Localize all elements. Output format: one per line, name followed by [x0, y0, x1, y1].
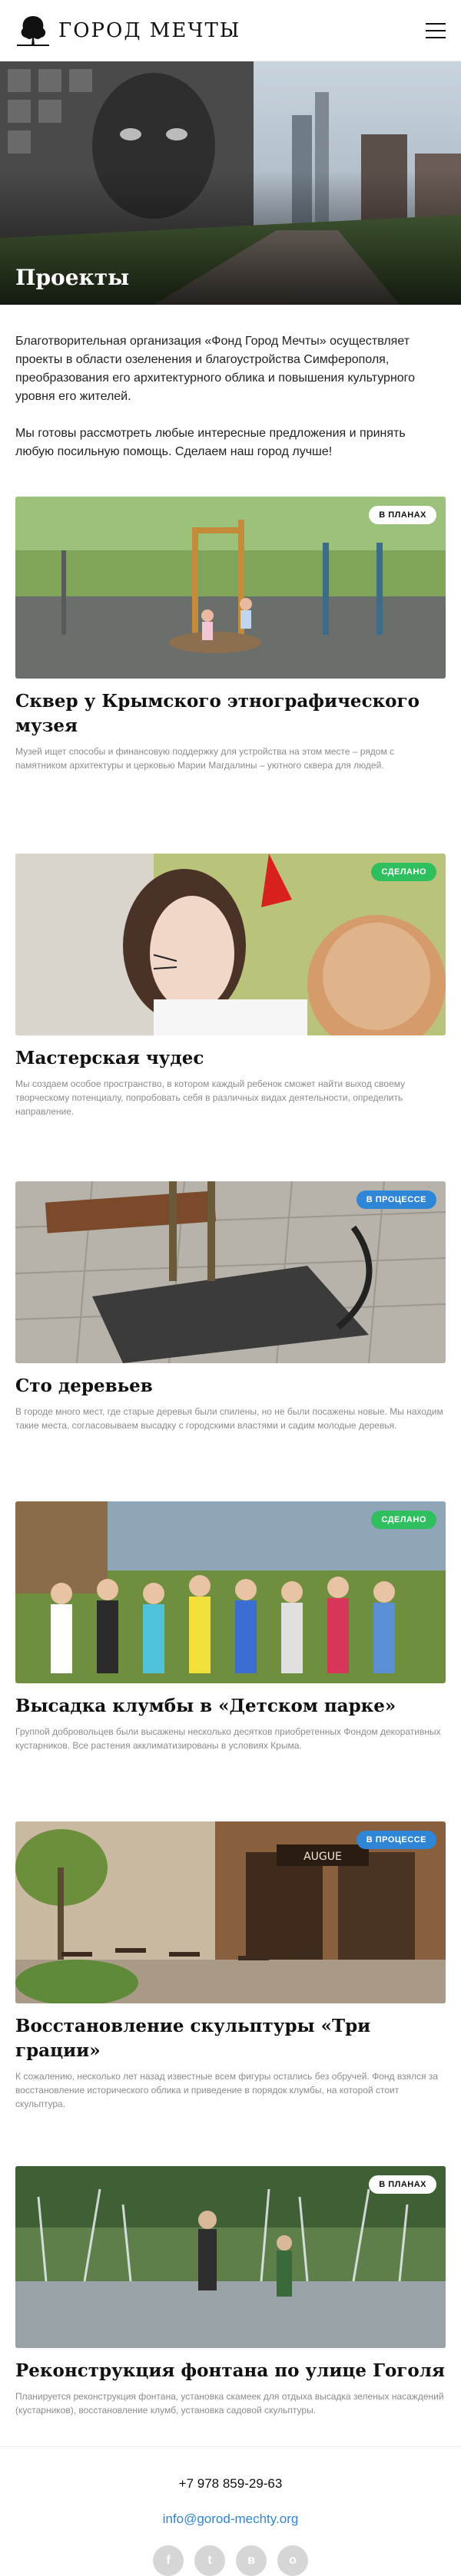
project-title[interactable]: Высадка клумбы в «Детском парке»: [15, 1694, 446, 1719]
tree-logo-icon: [17, 15, 49, 46]
project-image[interactable]: AUGUE В ПРОЦЕССЕ: [15, 1821, 446, 2003]
twitter-icon[interactable]: t: [194, 2545, 225, 2576]
hero-banner: Проекты: [0, 61, 461, 305]
status-badge: СДЕЛАНО: [371, 863, 436, 881]
hamburger-icon[interactable]: [426, 22, 446, 38]
project-title[interactable]: Сквер у Крымского этнографического музея: [15, 689, 446, 738]
project-title[interactable]: Восстановление скульптуры «Три грации»: [15, 2014, 446, 2063]
intro-paragraph: Мы готовы рассмотреть любые интересные п…: [15, 427, 406, 458]
project-image[interactable]: В ПЛАНАХ: [15, 2166, 446, 2348]
page-title: Проекты: [15, 265, 130, 290]
project-description: Планируется реконструкция фонтана, устан…: [15, 2391, 444, 2416]
status-badge: В ПРОЦЕССЕ: [356, 1831, 436, 1849]
facebook-icon[interactable]: f: [153, 2545, 184, 2576]
status-badge: В ПЛАНАХ: [369, 2175, 436, 2194]
project-title[interactable]: Мастерская чудес: [15, 1046, 446, 1071]
intro-text: Благотворительная организация «Фонд Горо…: [0, 305, 461, 497]
project-title[interactable]: Реконструкция фонтана по улице Гоголя: [15, 2359, 446, 2383]
phone-link[interactable]: +7 978 859-29-63: [0, 2476, 461, 2492]
project-image[interactable]: СДЕЛАНО: [15, 854, 446, 1035]
status-badge: В ПЛАНАХ: [369, 506, 436, 524]
logo[interactable]: ГОРОД МЕЧТЫ: [15, 14, 240, 48]
project-card[interactable]: В ПЛАНАХ Сквер у Крымского этнографическ…: [0, 497, 461, 794]
site-footer: +7 978 859-29-63 info@gorod-mechty.org f…: [0, 2446, 461, 2576]
project-description: В городе много мест, где старые деревья …: [15, 1406, 443, 1431]
shop-sign: AUGUE: [303, 1851, 342, 1863]
project-description: К сожалению, несколько лет назад известн…: [15, 2071, 439, 2109]
logo-text: ГОРОД МЕЧТЫ: [58, 18, 241, 42]
status-badge: СДЕЛАНО: [371, 1511, 436, 1529]
project-description: Мы создаем особое пространство, в которо…: [15, 1078, 406, 1117]
social-links: f t в о: [0, 2545, 461, 2576]
project-image[interactable]: СДЕЛАНО: [15, 1501, 446, 1683]
email-link[interactable]: info@gorod-mechty.org: [163, 2512, 299, 2527]
projects-list: В ПЛАНАХ Сквер у Крымского этнографическ…: [0, 497, 461, 2439]
project-description: Музей ищет способы и финансовую поддержк…: [15, 746, 395, 771]
project-card[interactable]: В ПЛАНАХ Реконструкция фонтана по улице …: [0, 2166, 461, 2439]
odnoklassniki-icon[interactable]: о: [277, 2545, 308, 2576]
project-image[interactable]: В ПРОЦЕССЕ: [15, 1181, 446, 1363]
project-card[interactable]: AUGUE В ПРОЦЕССЕ Восстановление скульпту…: [0, 1821, 461, 2119]
project-card[interactable]: СДЕЛАНО Мастерская чудес Мы создаем особ…: [0, 854, 461, 1126]
site-header: ГОРОД МЕЧТЫ: [0, 0, 461, 61]
project-image[interactable]: В ПЛАНАХ: [15, 497, 446, 679]
status-badge: В ПРОЦЕССЕ: [356, 1191, 436, 1209]
vk-icon[interactable]: в: [236, 2545, 267, 2576]
project-card[interactable]: СДЕЛАНО Высадка клумбы в «Детском парке»…: [0, 1501, 461, 1774]
project-title[interactable]: Сто деревьев: [15, 1374, 446, 1399]
intro-paragraph: Благотворительная организация «Фонд Горо…: [15, 335, 416, 403]
project-card[interactable]: В ПРОЦЕССЕ Сто деревьев В городе много м…: [0, 1181, 461, 1454]
project-description: Группой добровольцев были высажены неско…: [15, 1726, 441, 1751]
